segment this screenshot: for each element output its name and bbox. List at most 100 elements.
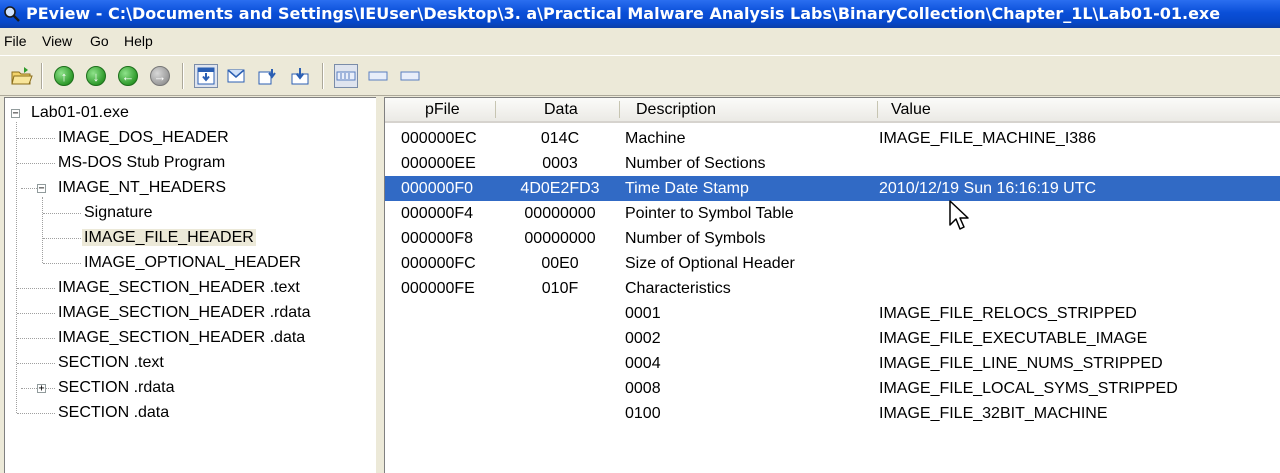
tree-item-dos-header[interactable]: IMAGE_DOS_HEADER	[56, 126, 231, 150]
table-row[interactable]: 000000FE 010F Characteristics	[385, 276, 1280, 301]
cell-description: Number of Symbols	[625, 230, 766, 247]
tree-item-label: MS-DOS Stub Program	[58, 154, 226, 171]
up-icon[interactable]: ↑	[52, 64, 76, 88]
tree-item-section-header-rdata[interactable]: IMAGE_SECTION_HEADER .rdata	[56, 301, 313, 325]
cell-description: 0008	[625, 380, 661, 397]
tree-item-label: IMAGE_NT_HEADERS	[58, 179, 227, 196]
cell-description: 0100	[625, 405, 661, 422]
tree-connector	[43, 263, 81, 264]
tree-item-label: IMAGE_SECTION_HEADER .data	[58, 329, 306, 346]
column-header-pfile[interactable]: pFile	[425, 98, 460, 121]
table-row[interactable]: 000000F0 4D0E2FD3 Time Date Stamp 2010/12/1…	[385, 176, 1280, 201]
view-dword-icon[interactable]	[256, 64, 280, 88]
cell-pfile: 000000EC	[401, 130, 477, 147]
forward-icon[interactable]: →	[148, 64, 172, 88]
tree-collapse-icon[interactable]: −	[11, 109, 20, 119]
tree-connector	[42, 197, 43, 263]
cell-pfile: 000000FC	[401, 255, 476, 272]
title-bar[interactable]: PEview - C:\Documents and Settings\IEUse…	[0, 0, 1280, 28]
cell-pfile: 000000EE	[401, 155, 476, 172]
tree-item-section-header-data[interactable]: IMAGE_SECTION_HEADER .data	[56, 326, 307, 350]
column-header-description[interactable]: Description	[636, 98, 716, 121]
back-icon[interactable]: ←	[116, 64, 140, 88]
cell-description: 0001	[625, 305, 661, 322]
view-byte-icon[interactable]	[194, 64, 218, 88]
tree-item-root[interactable]: Lab01-01.exe	[29, 101, 131, 125]
table-row[interactable]: 0004 IMAGE_FILE_LINE_NUMS_STRIPPED	[385, 351, 1280, 376]
address-file-offset-icon[interactable]	[334, 64, 358, 88]
tree-connector	[17, 138, 55, 139]
menu-go[interactable]: Go	[87, 28, 112, 55]
cell-value: IMAGE_FILE_MACHINE_I386	[879, 130, 1096, 147]
table-row[interactable]: 000000F8 00000000 Number of Symbols	[385, 226, 1280, 251]
cell-description: Pointer to Symbol Table	[625, 205, 794, 222]
cell-value: 2010/12/19 Sun 16:16:19 UTC	[879, 180, 1097, 197]
tree-item-label: IMAGE_FILE_HEADER	[82, 229, 256, 246]
column-divider[interactable]	[877, 101, 878, 118]
window-title: PEview - C:\Documents and Settings\IEUse…	[26, 4, 1221, 23]
tree-item-section-rdata[interactable]: SECTION .rdata	[56, 376, 176, 400]
cell-description: Machine	[625, 130, 686, 147]
cell-data: 00E0	[541, 255, 579, 272]
pane-splitter[interactable]	[376, 97, 384, 473]
table-row[interactable]: 0100 IMAGE_FILE_32BIT_MACHINE	[385, 401, 1280, 426]
tree-item-nt-headers[interactable]: IMAGE_NT_HEADERS	[56, 176, 228, 200]
tree-item-label: SECTION .data	[58, 404, 170, 421]
column-header-data[interactable]: Data	[544, 98, 578, 121]
address-va-icon[interactable]	[398, 64, 422, 88]
column-divider[interactable]	[619, 101, 620, 118]
table-row[interactable]: 0001 IMAGE_FILE_RELOCS_STRIPPED	[385, 301, 1280, 326]
cell-data: 014C	[540, 130, 580, 147]
tree-item-label: IMAGE_SECTION_HEADER .text	[58, 279, 300, 296]
cell-description: 0002	[625, 330, 661, 347]
tree-item-section-header-text[interactable]: IMAGE_SECTION_HEADER .text	[56, 276, 302, 300]
structure-tree[interactable]: − Lab01-01.exe IMAGE_DOS_HEADER MS-DOS S…	[4, 97, 376, 473]
table-row[interactable]: 0008 IMAGE_FILE_LOCAL_SYMS_STRIPPED	[385, 376, 1280, 401]
cell-value: IMAGE_FILE_RELOCS_STRIPPED	[879, 305, 1137, 322]
tree-item-label: IMAGE_SECTION_HEADER .rdata	[58, 304, 311, 321]
table-row[interactable]: 000000F4 00000000 Pointer to Symbol Table	[385, 201, 1280, 226]
cell-data: 010F	[541, 280, 579, 297]
tree-connector	[17, 288, 55, 289]
menu-help[interactable]: Help	[121, 28, 156, 55]
cell-description: 0004	[625, 355, 661, 372]
tree-item-label: SECTION .text	[58, 354, 164, 371]
cell-data: 00000000	[524, 230, 596, 247]
tree-item-label: IMAGE_DOS_HEADER	[58, 129, 229, 146]
view-word-icon[interactable]	[224, 64, 248, 88]
cell-data: 4D0E2FD3	[520, 180, 600, 197]
open-icon[interactable]	[10, 64, 34, 88]
tree-collapse-icon[interactable]: −	[37, 184, 46, 194]
tree-connector	[17, 338, 55, 339]
tree-item-signature[interactable]: Signature	[82, 201, 155, 225]
tree-connector	[43, 213, 81, 214]
tree-item-section-data[interactable]: SECTION .data	[56, 401, 171, 425]
cell-pfile: 000000F8	[401, 230, 474, 247]
toolbar: ↑ ↓ ← →	[0, 55, 1280, 96]
table-row[interactable]: 0002 IMAGE_FILE_EXECUTABLE_IMAGE	[385, 326, 1280, 351]
toolbar-separator	[41, 63, 43, 89]
column-divider[interactable]	[495, 101, 496, 118]
toolbar-separator	[322, 63, 324, 89]
tree-item-section-text[interactable]: SECTION .text	[56, 351, 166, 375]
view-qword-icon[interactable]	[288, 64, 312, 88]
menu-view[interactable]: View	[39, 28, 75, 55]
address-rva-icon[interactable]	[366, 64, 390, 88]
cell-pfile: 000000FE	[401, 280, 475, 297]
table-row[interactable]: 000000EC 014C Machine IMAGE_FILE_MACHINE_I3…	[385, 126, 1280, 151]
tree-item-file-header[interactable]: IMAGE_FILE_HEADER	[82, 226, 256, 250]
details-list[interactable]: pFile Data Description Value 000000EC 014…	[384, 97, 1280, 473]
tree-item-optional-header[interactable]: IMAGE_OPTIONAL_HEADER	[82, 251, 303, 275]
table-row[interactable]: 000000EE 0003 Number of Sections	[385, 151, 1280, 176]
down-icon[interactable]: ↓	[84, 64, 108, 88]
tree-connector	[17, 413, 55, 414]
cell-description: Time Date Stamp	[625, 180, 749, 197]
column-header-value[interactable]: Value	[891, 98, 931, 121]
cell-description: Number of Sections	[625, 155, 766, 172]
cell-description: Characteristics	[625, 280, 731, 297]
tree-item-dos-stub[interactable]: MS-DOS Stub Program	[56, 151, 227, 175]
cell-value: IMAGE_FILE_LOCAL_SYMS_STRIPPED	[879, 380, 1178, 397]
tree-expand-icon[interactable]: +	[37, 384, 46, 394]
table-row[interactable]: 000000FC 00E0 Size of Optional Header	[385, 251, 1280, 276]
menu-file[interactable]: File	[1, 28, 30, 55]
